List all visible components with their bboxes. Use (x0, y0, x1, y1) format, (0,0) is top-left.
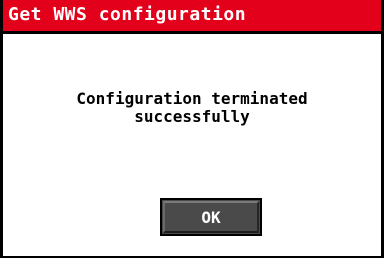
dialog-window: Get WWS configuration Configuration term… (0, 0, 384, 258)
ok-button-label: OK (201, 207, 221, 227)
message-line-1: Configuration terminated (76, 89, 308, 108)
status-message: Configuration terminated successfully (3, 90, 381, 126)
ok-button[interactable]: OK (160, 198, 262, 236)
title-bar: Get WWS configuration (3, 0, 381, 34)
message-line-2: successfully (134, 107, 250, 126)
dialog-title: Get WWS configuration (8, 4, 247, 25)
